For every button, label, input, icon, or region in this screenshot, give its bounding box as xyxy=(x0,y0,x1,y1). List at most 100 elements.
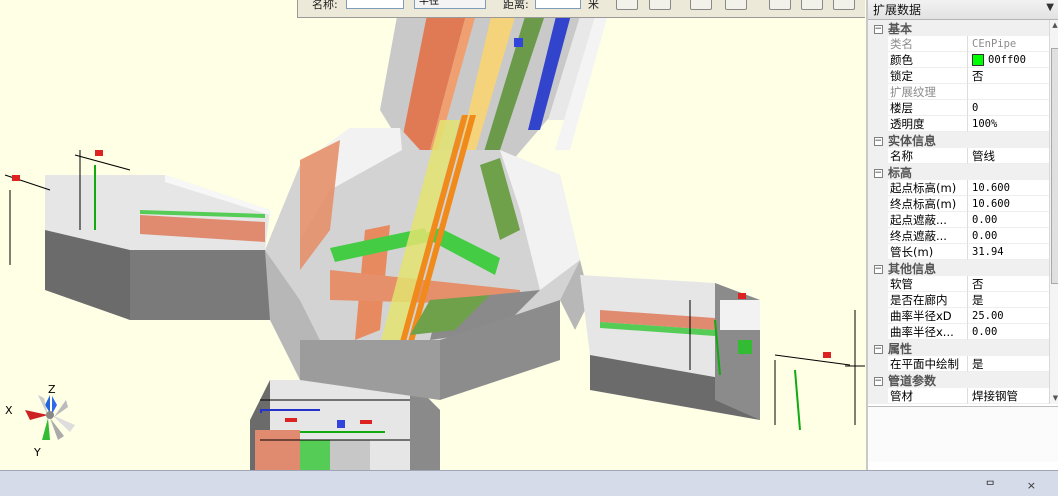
property-value[interactable]: 100% xyxy=(968,116,1049,132)
property-grid[interactable]: − 基本 类名 CEnPipe 颜色 00ff00 锁定否扩展纹理 楼层 0 透明度 100% − 实体… xyxy=(868,20,1049,404)
category-header[interactable]: − 基本 xyxy=(868,20,1049,36)
property-row[interactable]: 终点标高(m) 10.600 xyxy=(868,196,1049,212)
row-gutter xyxy=(868,180,888,196)
toolbar-button-2[interactable] xyxy=(649,0,671,10)
property-value[interactable]: 0.00 xyxy=(968,324,1049,340)
property-row[interactable]: 终点遮蔽... 0.00 xyxy=(868,228,1049,244)
property-name: 名称 xyxy=(888,148,968,164)
property-value-text: 管线 xyxy=(972,148,995,163)
property-value[interactable]: 否 xyxy=(968,68,1049,84)
axis-gizmo xyxy=(25,395,75,440)
property-scrollbar[interactable]: ▲ ▼ xyxy=(1049,20,1058,404)
property-value[interactable]: 否 xyxy=(968,276,1049,292)
row-gutter xyxy=(868,36,888,52)
property-value[interactable]: 是 xyxy=(968,292,1049,308)
property-row[interactable]: 是否在廊内是 xyxy=(868,292,1049,308)
app-window: Z X Y 名称: 半径 距离: 米 扩展数据 ▼ − 基本 类名 CEnPipe 颜色… xyxy=(0,0,1058,496)
property-value[interactable]: 管线 xyxy=(968,148,1049,164)
row-gutter xyxy=(868,148,888,164)
collapse-icon[interactable]: − xyxy=(868,375,888,386)
name-input[interactable] xyxy=(346,0,404,9)
property-row[interactable]: 管长(m) 31.94 xyxy=(868,244,1049,260)
scroll-thumb[interactable] xyxy=(1051,48,1058,284)
property-value[interactable]: CEnPipe xyxy=(968,36,1049,52)
property-row[interactable]: 软管否 xyxy=(868,276,1049,292)
property-row[interactable]: 管材 焊接钢管 xyxy=(868,388,1049,404)
property-value[interactable]: 0 xyxy=(968,100,1049,116)
property-row[interactable]: 透明度 100% xyxy=(868,116,1049,132)
property-row[interactable]: 曲率半径xD 25.00 xyxy=(868,308,1049,324)
distance-input[interactable] xyxy=(535,0,581,9)
collapse-icon[interactable]: − xyxy=(868,167,888,178)
scroll-up-icon[interactable]: ▲ xyxy=(1050,20,1058,31)
toolbar-button-1[interactable] xyxy=(616,0,638,10)
category-label: 标高 xyxy=(888,165,913,180)
color-swatch[interactable] xyxy=(972,53,984,66)
property-value-text: 100% xyxy=(972,117,998,130)
property-value[interactable]: 31.94 xyxy=(968,244,1049,260)
property-name: 起点遮蔽... xyxy=(888,212,968,228)
property-value[interactable]: 10.600 xyxy=(968,180,1049,196)
property-row[interactable]: 起点遮蔽... 0.00 xyxy=(868,212,1049,228)
category-label: 管道参数 xyxy=(888,373,937,388)
property-row[interactable]: 曲率半径x... 0.00 xyxy=(868,324,1049,340)
property-row[interactable]: 类名 CEnPipe xyxy=(868,36,1049,52)
property-value-text: 00ff00 xyxy=(988,53,1026,66)
pin-close-icons[interactable]: ᄆ × xyxy=(985,477,1050,493)
property-value[interactable]: 是 xyxy=(968,356,1049,372)
toolbar-button-6[interactable] xyxy=(801,0,823,10)
dropdown-arrow-icon[interactable]: ▼ xyxy=(1046,2,1054,13)
property-row[interactable]: 名称 管线 xyxy=(868,148,1049,164)
property-row[interactable]: 在平面中绘制是 xyxy=(868,356,1049,372)
property-value[interactable]: 0.00 xyxy=(968,228,1049,244)
property-panel: 扩展数据 ▼ − 基本 类名 CEnPipe 颜色 00ff00 锁定否扩展纹理 楼层 0 透明度… xyxy=(866,0,1058,470)
property-value[interactable]: 焊接钢管 xyxy=(968,388,1049,404)
collapse-icon[interactable]: − xyxy=(868,23,888,34)
row-gutter xyxy=(868,388,888,404)
row-gutter xyxy=(868,228,888,244)
category-header[interactable]: − 管道参数 xyxy=(868,372,1049,388)
category-header[interactable]: − 属性 xyxy=(868,340,1049,356)
property-row[interactable]: 锁定否 xyxy=(868,68,1049,84)
property-value[interactable]: 10.600 xyxy=(968,196,1049,212)
property-name: 管材 xyxy=(888,388,968,404)
property-row[interactable]: 颜色 00ff00 xyxy=(868,52,1049,68)
property-name: 曲率半径x... xyxy=(888,324,968,340)
property-name: 颜色 xyxy=(888,52,968,68)
collapse-icon[interactable]: − xyxy=(868,135,888,146)
property-value[interactable]: 00ff00 xyxy=(968,52,1049,68)
row-gutter xyxy=(868,212,888,228)
toolbar-button-3[interactable] xyxy=(690,0,712,10)
name-label: 名称: xyxy=(312,0,338,11)
row-gutter xyxy=(868,308,888,324)
row-gutter xyxy=(868,68,888,84)
collapse-icon[interactable]: − xyxy=(868,343,888,354)
property-name: 软管 xyxy=(888,276,968,292)
property-value-text: 10.600 xyxy=(972,181,1010,194)
property-name: 在平面中绘制 xyxy=(888,356,968,372)
property-value[interactable]: 25.00 xyxy=(968,308,1049,324)
property-name: 扩展纹理 xyxy=(888,84,968,100)
property-row[interactable]: 起点标高(m) 10.600 xyxy=(868,180,1049,196)
property-value[interactable]: 0.00 xyxy=(968,212,1049,228)
row-gutter xyxy=(868,100,888,116)
shape-select[interactable]: 半径 xyxy=(414,0,486,9)
toolbar-button-7[interactable] xyxy=(833,0,855,10)
property-row[interactable]: 楼层 0 xyxy=(868,100,1049,116)
category-header[interactable]: − 实体信息 xyxy=(868,132,1049,148)
toolbar-button-5[interactable] xyxy=(769,0,791,10)
3d-viewport[interactable]: Z X Y xyxy=(0,0,866,470)
category-header[interactable]: − 标高 xyxy=(868,164,1049,180)
category-header[interactable]: − 其他信息 xyxy=(868,260,1049,276)
property-value-text: 31.94 xyxy=(972,245,1004,258)
axis-label-z: Z xyxy=(48,383,56,396)
property-value-text: 25.00 xyxy=(972,309,1004,322)
collapse-icon[interactable]: − xyxy=(868,263,888,274)
scroll-down-icon[interactable]: ▼ xyxy=(1050,393,1058,404)
property-value[interactable] xyxy=(968,84,1049,100)
panel-header[interactable]: 扩展数据 ▼ xyxy=(868,0,1058,20)
property-value-text: 0.00 xyxy=(972,229,998,242)
toolbar-button-4[interactable] xyxy=(725,0,747,10)
property-row[interactable]: 扩展纹理 xyxy=(868,84,1049,100)
property-value-text: 否 xyxy=(972,276,984,291)
